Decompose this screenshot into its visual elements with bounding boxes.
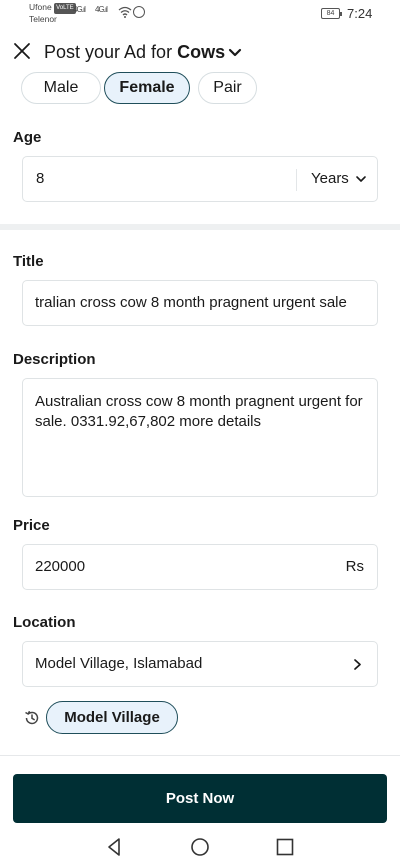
post-now-button[interactable]: Post Now [13, 774, 387, 823]
battery-icon: 84 [321, 8, 342, 19]
gender-option-male[interactable]: Male [21, 72, 101, 104]
divider [296, 169, 297, 191]
title-prefix: Post your Ad for [44, 42, 173, 62]
signal-1-label: 4G [73, 5, 83, 14]
location-value: Model Village, Islamabad [35, 655, 203, 672]
title-label: Title [13, 253, 44, 270]
close-icon[interactable] [12, 41, 32, 61]
header: Post your Ad for Cows [0, 34, 400, 70]
location-label: Location [13, 614, 76, 631]
system-nav-bar [0, 830, 400, 866]
age-input[interactable]: 8 [36, 170, 44, 187]
title-field[interactable]: tralian cross cow 8 month pragnent urgen… [22, 280, 378, 326]
home-icon[interactable] [189, 836, 211, 858]
description-input[interactable]: Australian cross cow 8 month pragnent ur… [35, 392, 365, 432]
description-label: Description [13, 351, 96, 368]
price-field[interactable]: 220000 Rs [22, 544, 378, 590]
history-icon [25, 710, 39, 725]
chevron-down-icon[interactable] [355, 173, 367, 185]
wifi-icon [118, 6, 132, 18]
chevron-right-icon [354, 659, 361, 670]
gender-option-pair[interactable]: Pair [198, 72, 257, 104]
signal-2-label: 4G [95, 5, 105, 14]
age-field[interactable]: 8 Years [22, 156, 378, 202]
category-name: Cows [177, 42, 226, 62]
location-field[interactable]: Model Village, Islamabad [22, 641, 378, 687]
carrier-2: Telenor [29, 14, 57, 24]
carrier-1: Ufone [29, 2, 52, 12]
clock: 7:24 [347, 6, 373, 21]
section-divider [0, 224, 400, 230]
description-field[interactable]: Australian cross cow 8 month pragnent ur… [22, 378, 378, 497]
chevron-down-icon [229, 48, 242, 57]
battery-level: 84 [326, 10, 335, 17]
title-input[interactable]: tralian cross cow 8 month pragnent urgen… [35, 294, 347, 311]
whatsapp-icon [133, 6, 145, 18]
status-bar: Ufone VoLTE Telenor 4G.ıl 4G.ıl 84 7:24 [0, 0, 400, 28]
back-icon[interactable] [104, 836, 126, 858]
price-label: Price [13, 517, 50, 534]
age-unit-select[interactable]: Years [311, 170, 349, 187]
currency-label: Rs [345, 558, 364, 575]
price-input[interactable]: 220000 [35, 558, 85, 575]
recent-location-chip[interactable]: Model Village [46, 701, 178, 734]
gender-option-female[interactable]: Female [104, 72, 190, 104]
age-label: Age [13, 129, 42, 146]
recents-icon[interactable] [274, 836, 296, 858]
divider [0, 755, 400, 756]
signal-icon: 4G.ıl [73, 5, 86, 14]
carrier-info: Ufone VoLTE Telenor [29, 2, 76, 25]
signal-icon: 4G.ıl [95, 5, 108, 14]
page-title[interactable]: Post your Ad for Cows [44, 42, 242, 63]
